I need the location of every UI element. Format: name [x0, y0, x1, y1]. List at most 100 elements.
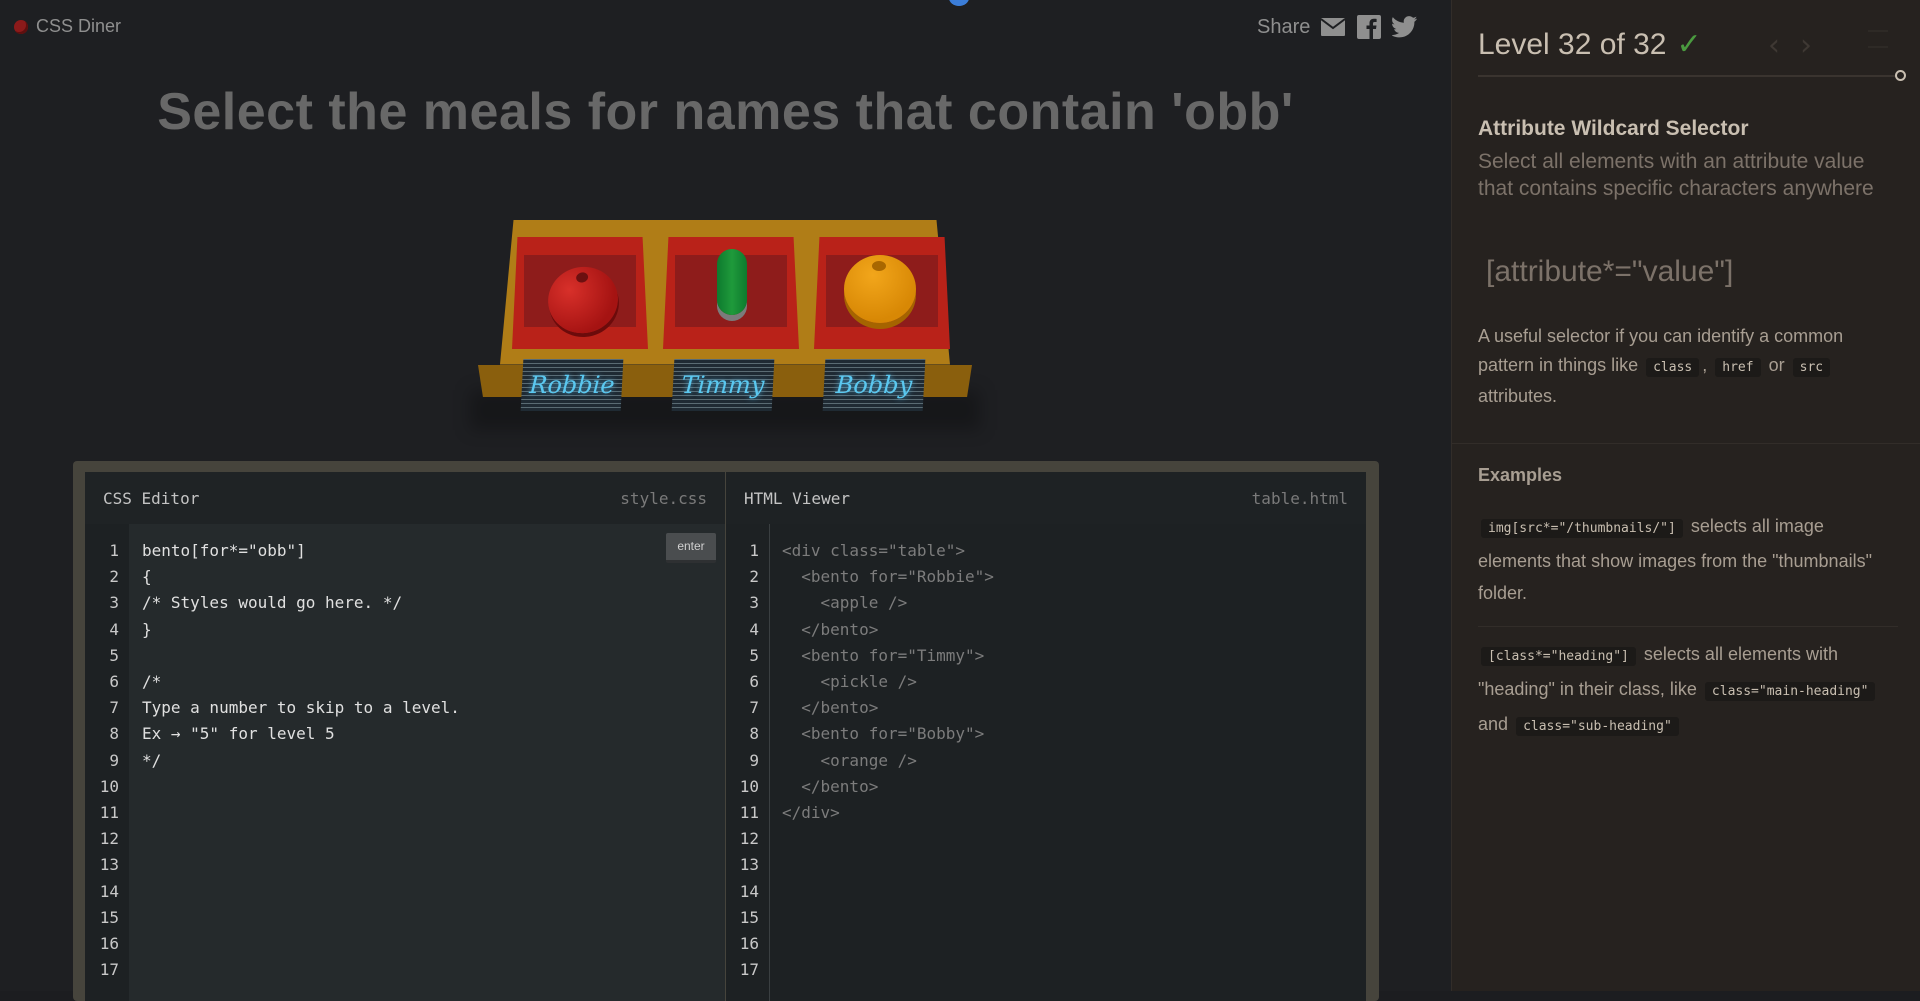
- email-icon[interactable]: [1320, 14, 1346, 40]
- menu-icon[interactable]: [1868, 30, 1888, 48]
- html-line-number: 10: [739, 776, 759, 796]
- html-code-line: <bento for="Timmy">: [782, 645, 985, 665]
- css-line-number: 13: [99, 855, 119, 875]
- html-code-line: <bento for="Bobby">: [782, 724, 985, 744]
- level-indicator[interactable]: Level 32 of 32: [1478, 28, 1666, 62]
- bento-table: Robbie Timmy Bobby: [470, 215, 980, 430]
- css-editor-header: CSS Editor style.css: [85, 472, 725, 524]
- html-line-number: 2: [749, 567, 759, 587]
- facebook-icon[interactable]: [1356, 14, 1382, 40]
- css-line-number: 10: [99, 776, 119, 796]
- nametag-timmy: Timmy: [671, 359, 775, 411]
- html-line-number: 16: [739, 934, 759, 954]
- html-code-line: </bento>: [782, 619, 879, 639]
- editor-frame: CSS Editor style.css 1 2 3 4 5 6 7 8 9 10 11 12 13 14…: [73, 461, 1379, 1001]
- css-line-number: 5: [109, 645, 119, 665]
- css-editor-title: CSS Editor: [103, 488, 200, 508]
- hint-code-class: class: [1646, 358, 1700, 377]
- html-line-number: 1: [749, 541, 759, 560]
- example-1-code: img[src*="/thumbnails/"]: [1481, 519, 1683, 538]
- css-line-number: 4: [109, 619, 119, 639]
- hint-sep: ,: [1702, 355, 1708, 375]
- orange[interactable]: [844, 255, 916, 323]
- game-area: CSS Diner Share Select the meals for nam…: [0, 0, 1451, 1001]
- previous-level-button[interactable]: ‹: [1768, 28, 1780, 63]
- html-viewer-header: HTML Viewer table.html: [726, 472, 1366, 524]
- selector-title: Select all elements with an attribute va…: [1478, 150, 1874, 200]
- nametag-robbie: Robbie: [520, 359, 624, 411]
- hint-or: or: [1768, 355, 1785, 375]
- next-level-button[interactable]: ›: [1800, 28, 1812, 63]
- html-line-number: 15: [739, 907, 759, 927]
- level-header[interactable]: Level 32 of 32 ✓: [1478, 27, 1702, 62]
- html-line-number: 9: [749, 750, 759, 770]
- html-code-line: </bento>: [782, 776, 879, 796]
- css-line-number: 14: [99, 881, 119, 901]
- css-line-number: 7: [109, 698, 119, 718]
- css-editor-filename: style.css: [620, 488, 707, 508]
- example-1: img[src*="/thumbnails/"] selects all ima…: [1478, 510, 1888, 609]
- apple-stem: [575, 271, 590, 284]
- orange-stem: [872, 261, 886, 271]
- html-viewer: HTML Viewer table.html 1 2 3 4 5 6 7 8 9 10 11 12 13…: [726, 472, 1366, 1001]
- css-line-number: 9: [109, 750, 119, 770]
- selector-hint: A useful selector if you can identify a …: [1478, 322, 1888, 411]
- hint-code-src: src: [1792, 358, 1831, 377]
- brand-title: CSS Diner: [36, 16, 122, 36]
- html-line-numbers: 1 2 3 4 5 6 7 8 9 10 11 12 13 14 15 16 17: [726, 524, 770, 1001]
- css-line-number: 15: [99, 907, 119, 927]
- css-line-numbers: 1 2 3 4 5 6 7 8 9 10 11 12 13 14 15 16 17: [85, 524, 129, 1001]
- share-bar: Share: [1257, 14, 1418, 40]
- level-nav: ‹ ›: [1768, 28, 1812, 63]
- css-code-line: /* Styles would go here. */: [142, 593, 403, 613]
- level-progress-knob: [1895, 70, 1906, 81]
- css-code-line: Type a number to skip to a level.: [142, 698, 460, 718]
- divider: [1478, 626, 1898, 627]
- share-label: Share: [1257, 15, 1311, 38]
- css-line-number: 3: [109, 593, 119, 613]
- sidebar: Level 32 of 32 ✓ ‹ › Attribute Wildcard …: [1451, 0, 1920, 991]
- css-line-number: 6: [109, 672, 119, 692]
- brand[interactable]: CSS Diner: [14, 16, 121, 37]
- nametag-label: Robbie: [528, 371, 616, 399]
- html-markup[interactable]: <div class="table"> <bento for="Robbie">…: [782, 524, 994, 826]
- css-code-line: */: [142, 750, 162, 770]
- css-input[interactable]: bento[for*="obb"] {/* Styles would go her…: [142, 524, 460, 774]
- selector-syntax: [attribute*="value"]: [1486, 255, 1734, 288]
- html-line-number: 13: [739, 855, 759, 875]
- nametag-label: Timmy: [680, 371, 766, 399]
- example-2-and: and: [1478, 714, 1509, 734]
- css-line-number: 11: [99, 803, 119, 823]
- example-2-code-sub: class="sub-heading": [1516, 717, 1679, 736]
- pickle[interactable]: [717, 249, 747, 315]
- hint-code-href: href: [1715, 358, 1761, 377]
- html-line-number: 6: [749, 672, 759, 692]
- html-code-area: 1 2 3 4 5 6 7 8 9 10 11 12 13 14 15 16 17 <div class="ta…: [726, 524, 1366, 1001]
- html-line-number: 5: [749, 645, 759, 665]
- css-code-area[interactable]: 1 2 3 4 5 6 7 8 9 10 11 12 13 14 15 16 17 bento[for*="ob…: [85, 524, 725, 1001]
- twitter-icon[interactable]: [1392, 14, 1418, 40]
- css-line-number: 12: [99, 829, 119, 849]
- enter-button[interactable]: enter: [666, 533, 716, 563]
- hint-after: attributes.: [1478, 386, 1558, 406]
- example-2-code-main: class="main-heading": [1704, 682, 1876, 701]
- level-progress-fill: [1478, 75, 1899, 77]
- selector-name: Attribute Wildcard Selector: [1478, 117, 1749, 140]
- bento-timmy[interactable]: Timmy: [663, 237, 799, 411]
- level-progress: [1478, 75, 1899, 77]
- html-line-number: 8: [749, 724, 759, 744]
- css-line-number: 17: [99, 960, 119, 980]
- bento-robbie[interactable]: Robbie: [512, 237, 648, 411]
- html-code-line: <div class="table">: [782, 541, 966, 560]
- checkmark-icon: ✓: [1676, 27, 1702, 62]
- progress-indicator: [949, 0, 969, 6]
- order-title: Select the meals for names that contain …: [157, 83, 1294, 141]
- html-viewer-title: HTML Viewer: [744, 488, 850, 508]
- html-code-line: <pickle />: [782, 672, 917, 692]
- bento-bobby[interactable]: Bobby: [814, 237, 950, 411]
- css-code-line: /*: [142, 672, 162, 692]
- example-2: [class*="heading"] selects all elements …: [1478, 638, 1888, 743]
- css-line-number: 1: [109, 541, 119, 560]
- html-line-number: 7: [749, 698, 759, 718]
- plate-icon: [14, 19, 28, 34]
